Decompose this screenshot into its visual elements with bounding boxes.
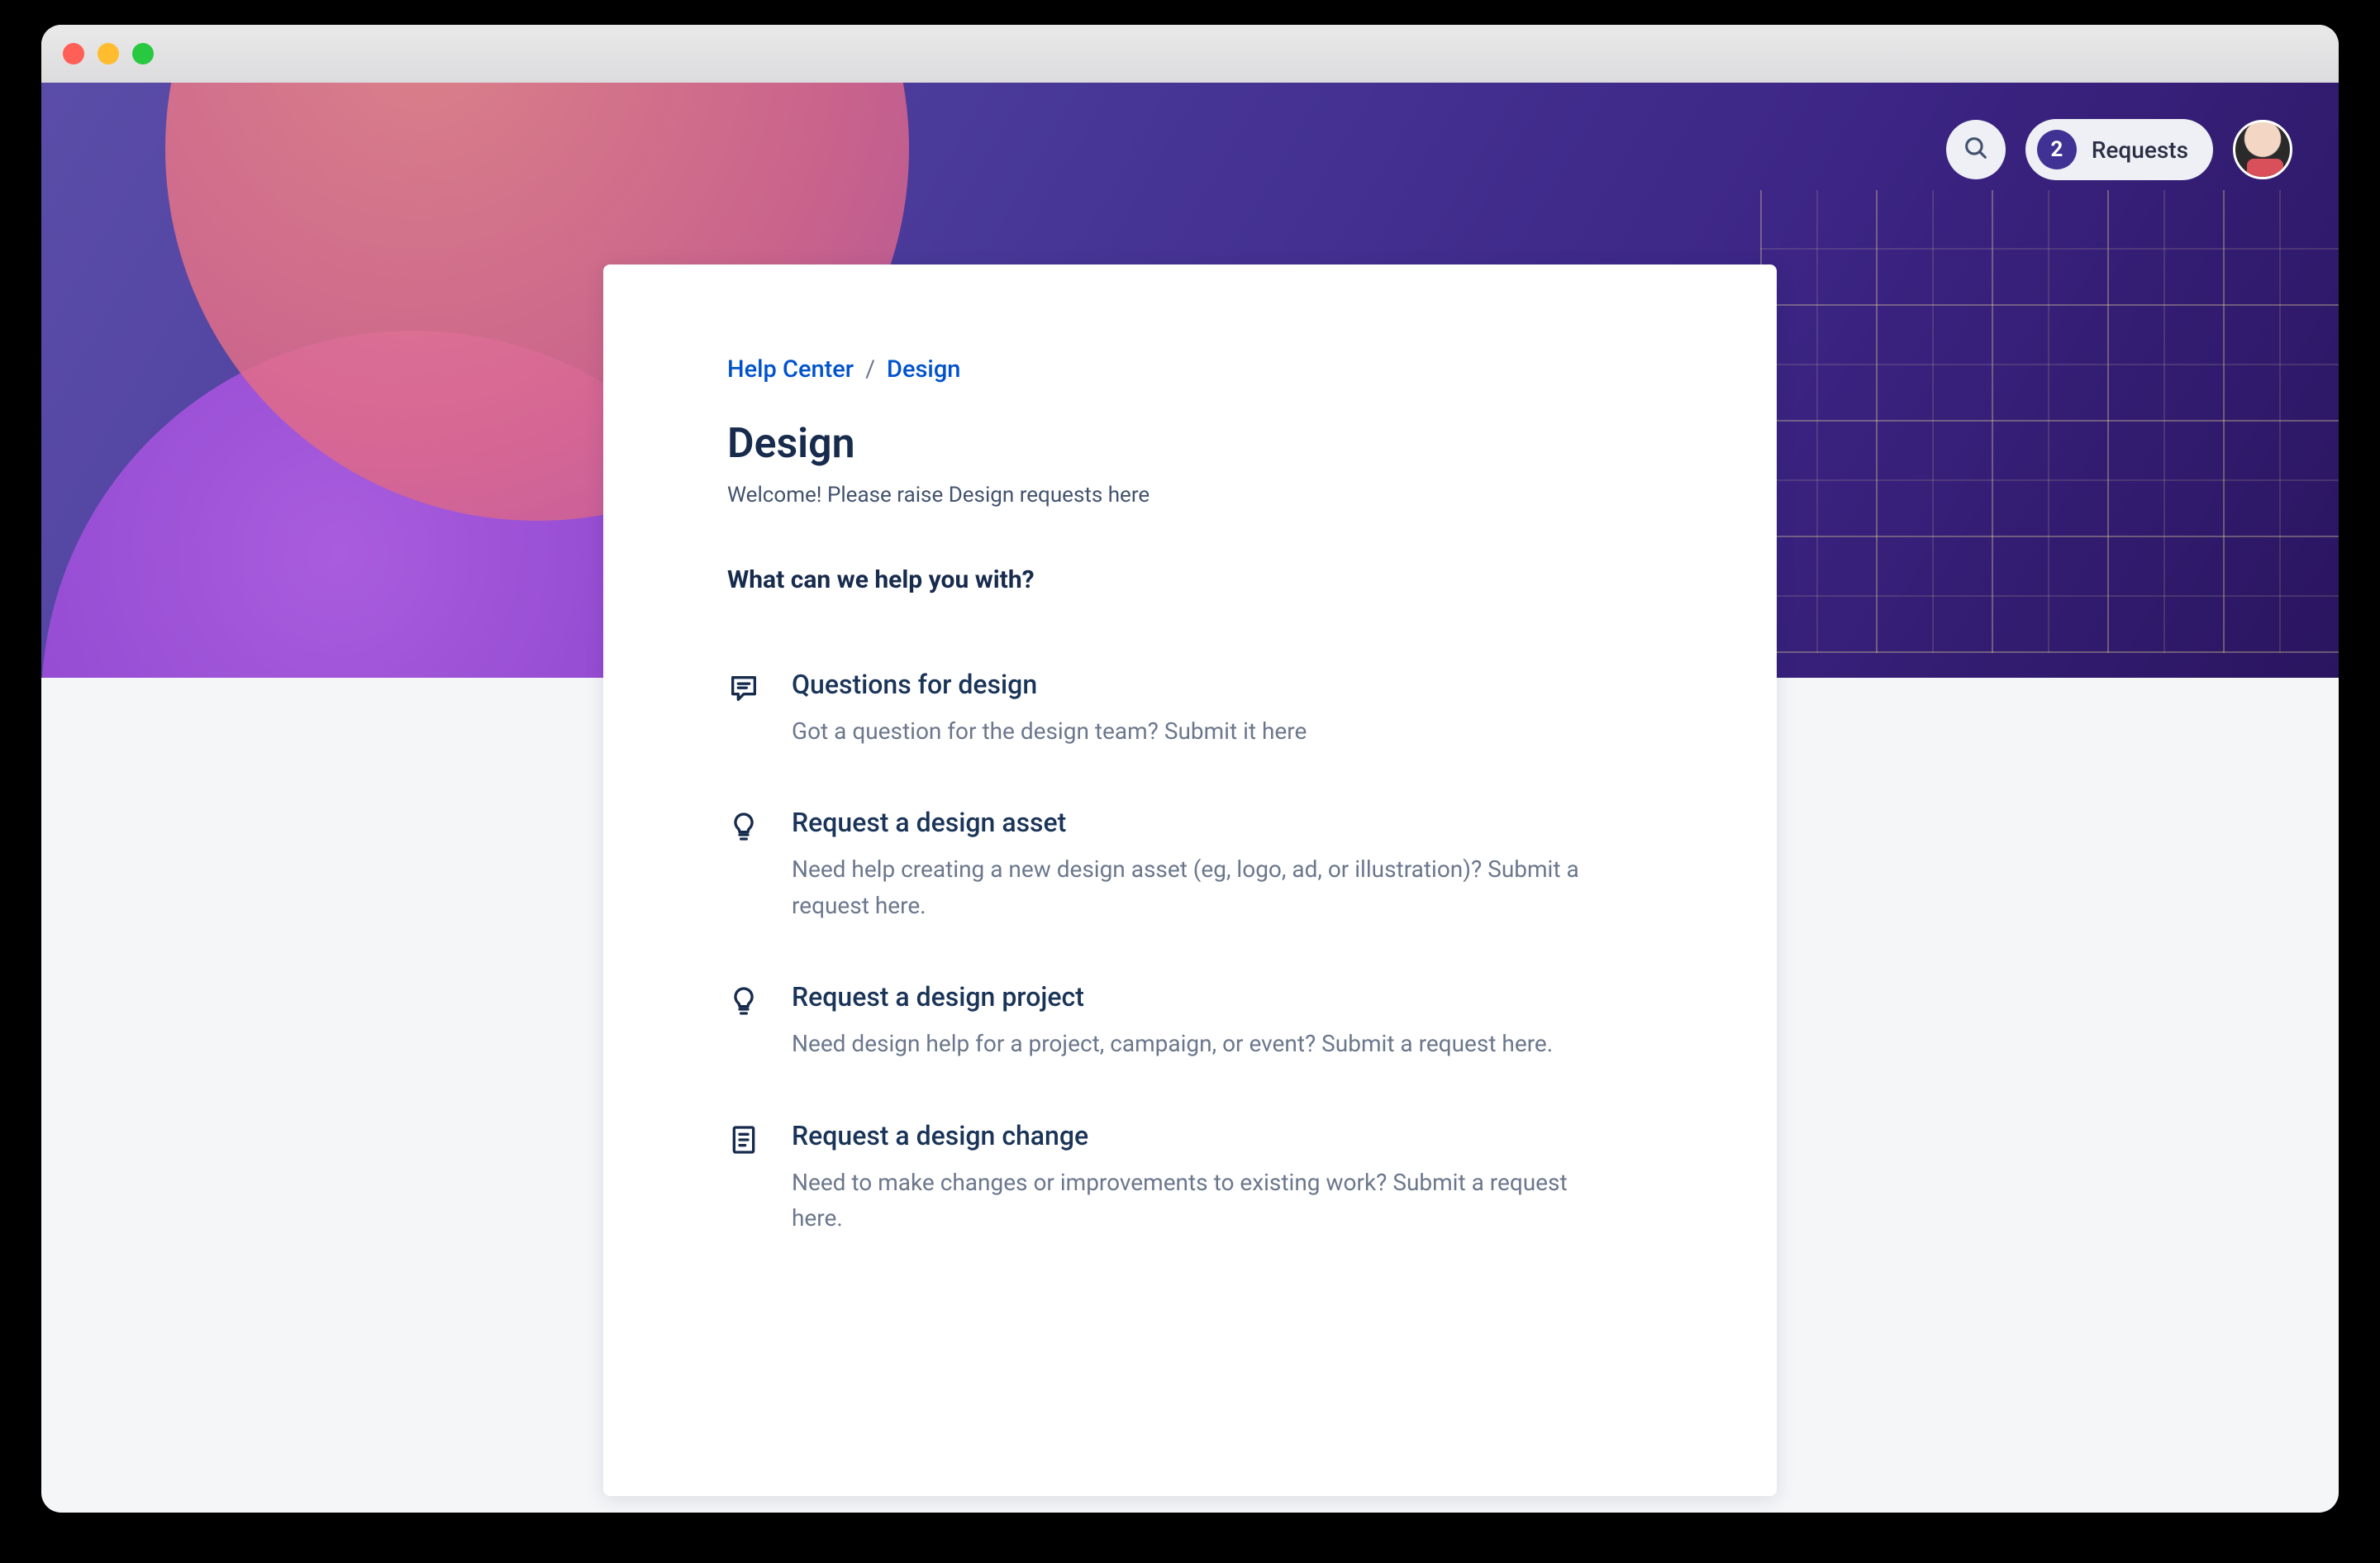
breadcrumb-separator: / (865, 355, 875, 384)
request-type-change[interactable]: Request a design change Need to make cha… (727, 1120, 1653, 1237)
request-text: Request a design change Need to make cha… (792, 1120, 1618, 1237)
request-title: Request a design project (792, 981, 1553, 1013)
breadcrumb-root-link[interactable]: Help Center (727, 355, 854, 384)
chat-icon (727, 672, 760, 705)
document-icon (727, 1123, 760, 1156)
requests-count-badge: 2 (2037, 130, 2077, 169)
request-description: Need to make changes or improvements to … (792, 1165, 1618, 1237)
content-card: Help Center / Design Design Welcome! Ple… (603, 264, 1777, 1496)
page-title: Design (727, 420, 1653, 468)
requests-label: Requests (2092, 136, 2188, 164)
request-title: Questions for design (792, 669, 1307, 700)
top-actions: 2 Requests (1946, 119, 2292, 180)
window-minimize-button[interactable] (98, 43, 119, 64)
request-title: Request a design change (792, 1120, 1618, 1151)
breadcrumb: Help Center / Design (727, 355, 1653, 384)
breadcrumb-current-link[interactable]: Design (887, 355, 960, 384)
request-type-asset[interactable]: Request a design asset Need help creatin… (727, 807, 1653, 923)
lightbulb-icon (727, 984, 760, 1017)
page-subtitle: Welcome! Please raise Design requests he… (727, 483, 1653, 507)
request-type-questions[interactable]: Questions for design Got a question for … (727, 669, 1653, 749)
request-description: Got a question for the design team? Subm… (792, 713, 1307, 749)
request-text: Request a design asset Need help creatin… (792, 807, 1618, 923)
lightbulb-icon (727, 810, 760, 843)
search-icon (1962, 134, 1990, 165)
request-description: Need help creating a new design asset (e… (792, 851, 1618, 923)
request-text: Request a design project Need design hel… (792, 981, 1553, 1061)
user-avatar[interactable] (2233, 120, 2292, 179)
requests-button[interactable]: 2 Requests (2025, 119, 2213, 180)
decorative-grid (1760, 190, 2339, 653)
request-title: Request a design asset (792, 807, 1618, 838)
window-titlebar (41, 25, 2339, 83)
section-heading: What can we help you with? (727, 565, 1653, 594)
window-close-button[interactable] (63, 43, 84, 64)
request-type-list: Questions for design Got a question for … (727, 669, 1653, 1236)
request-text: Questions for design Got a question for … (792, 669, 1307, 749)
request-type-project[interactable]: Request a design project Need design hel… (727, 981, 1653, 1061)
search-button[interactable] (1946, 120, 2006, 179)
request-description: Need design help for a project, campaign… (792, 1026, 1553, 1061)
app-window: 2 Requests Help Center / Design Design W… (41, 25, 2339, 1513)
window-zoom-button[interactable] (132, 43, 154, 64)
